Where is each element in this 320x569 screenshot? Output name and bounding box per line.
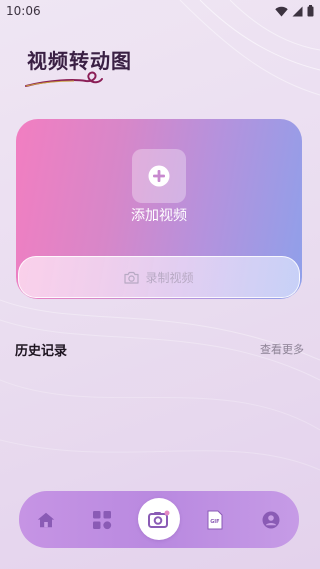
gif-badge: GIF bbox=[210, 519, 219, 525]
status-icons bbox=[275, 5, 314, 17]
plus-circle-icon bbox=[148, 165, 170, 187]
gif-file-icon: GIF bbox=[207, 510, 223, 529]
add-video-button[interactable] bbox=[132, 149, 186, 203]
record-video-label: 录制视频 bbox=[145, 270, 194, 285]
add-video-label: 添加视频 bbox=[131, 208, 187, 224]
profile-icon bbox=[262, 511, 280, 528]
wifi-icon bbox=[275, 6, 288, 16]
title-swoosh-decoration bbox=[25, 71, 103, 87]
camera-icon bbox=[148, 510, 170, 528]
home-icon bbox=[37, 512, 55, 527]
record-video-button[interactable]: 录制视频 bbox=[18, 256, 300, 298]
history-title: 历史记录 bbox=[15, 344, 68, 359]
view-more-link[interactable]: 查看更多 bbox=[260, 341, 304, 357]
nav-camera-button[interactable] bbox=[138, 498, 180, 540]
signal-icon bbox=[292, 6, 303, 16]
bottom-navigation: GIF bbox=[19, 491, 299, 548]
status-bar: 10:06 bbox=[0, 0, 320, 22]
nav-apps[interactable] bbox=[92, 510, 112, 530]
status-time: 10:06 bbox=[6, 4, 41, 18]
add-video-card: 添加视频 录制视频 bbox=[16, 119, 302, 299]
nav-profile[interactable] bbox=[262, 511, 280, 529]
camera-outline-icon bbox=[124, 271, 140, 284]
battery-icon bbox=[307, 5, 314, 17]
nav-home[interactable] bbox=[37, 512, 55, 528]
nav-gif[interactable]: GIF bbox=[207, 510, 223, 530]
apps-icon bbox=[93, 510, 112, 529]
